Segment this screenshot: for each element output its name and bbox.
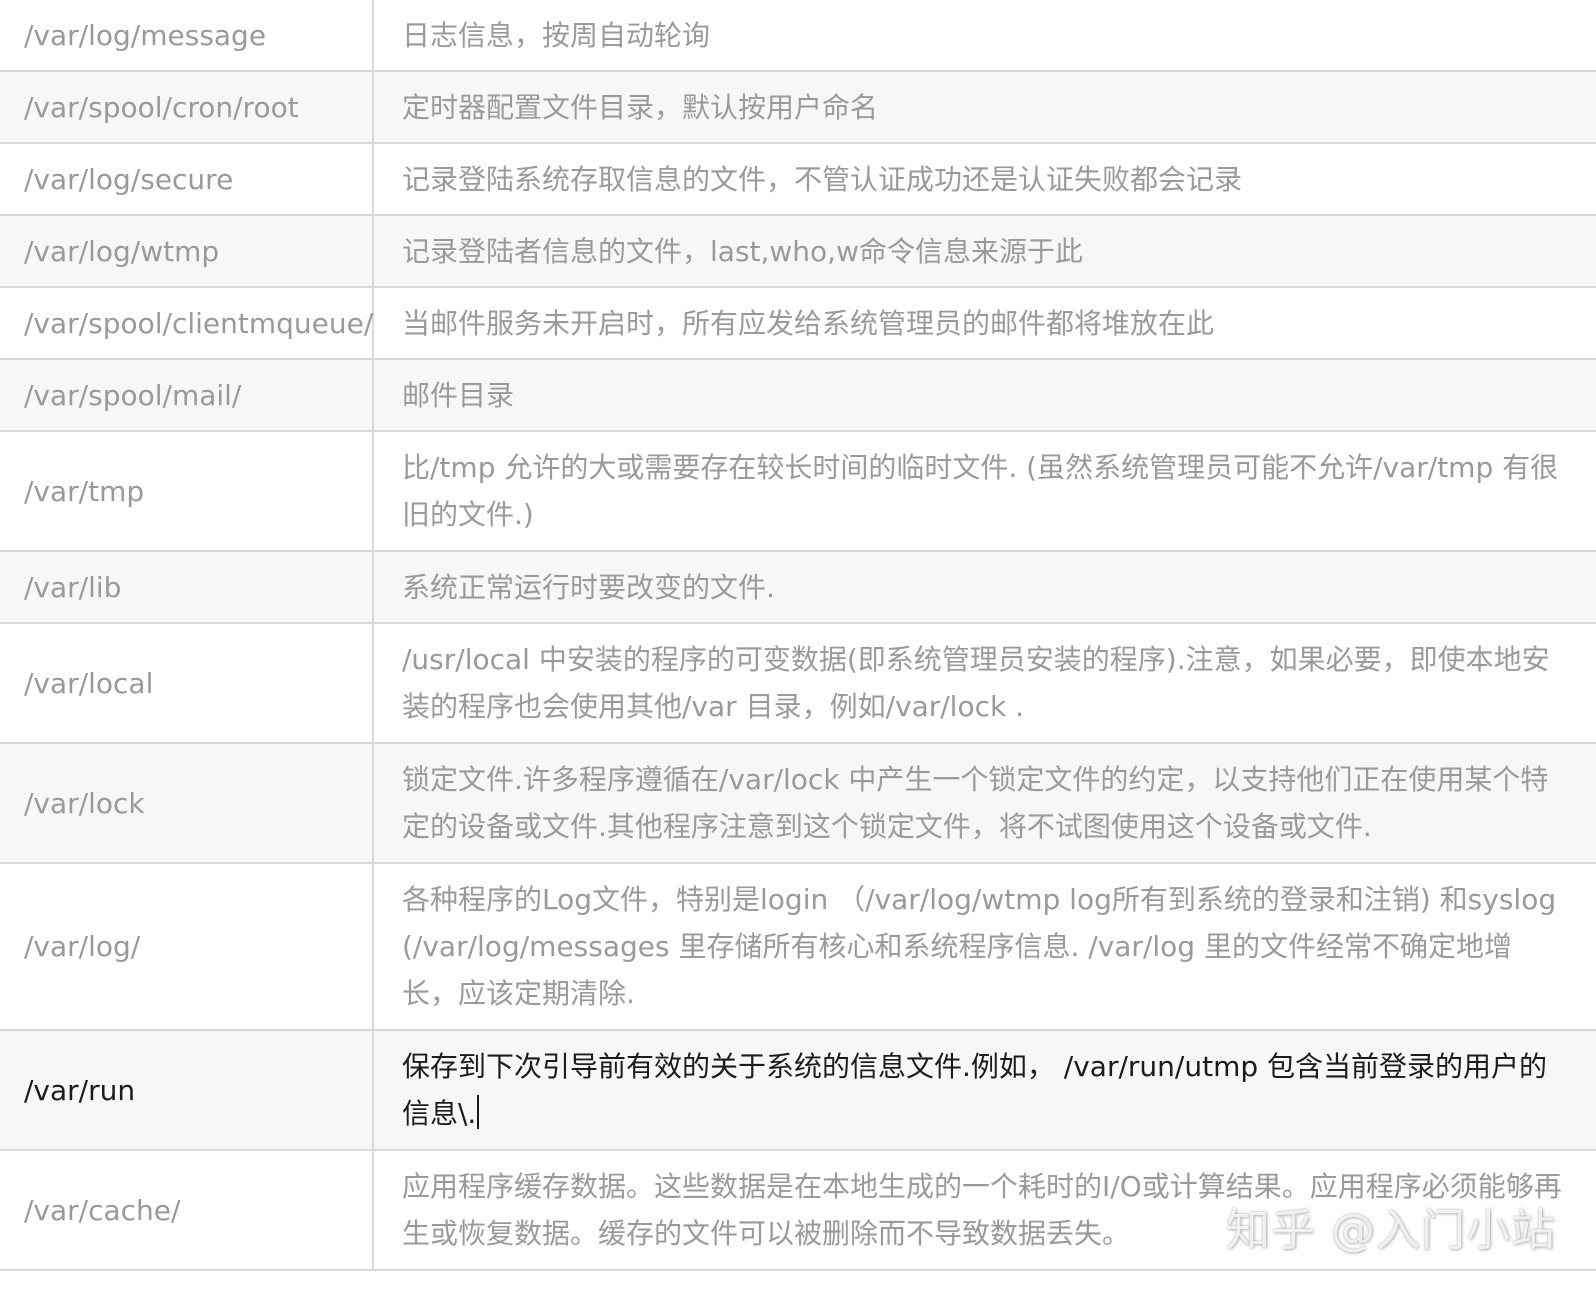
table-row: /var/tmp 比/tmp 允许的大或需要存在较长时间的临时文件. (虽然系统… <box>0 430 1596 552</box>
path-cell[interactable]: /var/lib <box>0 550 374 624</box>
description-cell[interactable]: 比/tmp 允许的大或需要存在较长时间的临时文件. (虽然系统管理员可能不允许/… <box>373 430 1596 552</box>
description-cell[interactable]: 应用程序缓存数据。这些数据是在本地生成的一个耗时的I/O或计算结果。应用程序必须… <box>373 1149 1596 1271</box>
text-cursor <box>477 1095 480 1129</box>
var-directory-table: /var/log/message 日志信息，按周自动轮询 /var/spool/… <box>0 0 1596 1271</box>
path-cell[interactable]: /var/log/message <box>0 0 374 72</box>
table-row: /var/cache/ 应用程序缓存数据。这些数据是在本地生成的一个耗时的I/O… <box>0 1149 1596 1271</box>
path-cell[interactable]: /var/local <box>0 622 374 744</box>
table-row: /var/spool/clientmqueue/ 当邮件服务未开启时，所有应发给… <box>0 286 1596 360</box>
path-cell[interactable]: /var/run <box>0 1029 374 1151</box>
path-cell[interactable]: /var/log/ <box>0 862 374 1031</box>
description-cell[interactable]: 锁定文件.许多程序遵循在/var/lock 中产生一个锁定文件的约定，以支持他们… <box>373 742 1596 864</box>
table-row: /var/spool/mail/ 邮件目录 <box>0 358 1596 432</box>
path-cell[interactable]: /var/spool/mail/ <box>0 358 374 432</box>
path-cell[interactable]: /var/tmp <box>0 430 374 552</box>
table-row: /var/lib 系统正常运行时要改变的文件. <box>0 550 1596 624</box>
table-row: /var/lock 锁定文件.许多程序遵循在/var/lock 中产生一个锁定文… <box>0 742 1596 864</box>
description-cell[interactable]: 系统正常运行时要改变的文件. <box>373 550 1596 624</box>
table-row: /var/local /usr/local 中安装的程序的可变数据(即系统管理员… <box>0 622 1596 744</box>
path-cell[interactable]: /var/spool/cron/root <box>0 70 374 144</box>
description-cell[interactable]: 记录登陆系统存取信息的文件，不管认证成功还是认证失败都会记录 <box>373 142 1596 216</box>
table-row: /var/log/wtmp 记录登陆者信息的文件，last,who,w命令信息来… <box>0 214 1596 288</box>
table-row: /var/log/ 各种程序的Log文件，特别是login （/var/log/… <box>0 862 1596 1031</box>
description-cell[interactable]: /usr/local 中安装的程序的可变数据(即系统管理员安装的程序).注意，如… <box>373 622 1596 744</box>
description-cell[interactable]: 记录登陆者信息的文件，last,who,w命令信息来源于此 <box>373 214 1596 288</box>
path-cell[interactable]: /var/spool/clientmqueue/ <box>0 286 374 360</box>
description-text: 保存到下次引导前有效的关于系统的信息文件.例如， /var/run/utmp 包… <box>402 1050 1548 1130</box>
description-cell[interactable]: 当邮件服务未开启时，所有应发给系统管理员的邮件都将堆放在此 <box>373 286 1596 360</box>
path-cell[interactable]: /var/lock <box>0 742 374 864</box>
description-cell-editing[interactable]: 保存到下次引导前有效的关于系统的信息文件.例如， /var/run/utmp 包… <box>373 1029 1596 1151</box>
path-cell[interactable]: /var/log/secure <box>0 142 374 216</box>
path-cell[interactable]: /var/log/wtmp <box>0 214 374 288</box>
table-row: /var/log/message 日志信息，按周自动轮询 <box>0 0 1596 72</box>
path-cell[interactable]: /var/cache/ <box>0 1149 374 1271</box>
description-cell[interactable]: 日志信息，按周自动轮询 <box>373 0 1596 72</box>
description-cell[interactable]: 定时器配置文件目录，默认按用户命名 <box>373 70 1596 144</box>
description-cell[interactable]: 各种程序的Log文件，特别是login （/var/log/wtmp log所有… <box>373 862 1596 1031</box>
description-cell[interactable]: 邮件目录 <box>373 358 1596 432</box>
table-row: /var/spool/cron/root 定时器配置文件目录，默认按用户命名 <box>0 70 1596 144</box>
table-row: /var/log/secure 记录登陆系统存取信息的文件，不管认证成功还是认证… <box>0 142 1596 216</box>
table-row-editing: /var/run 保存到下次引导前有效的关于系统的信息文件.例如， /var/r… <box>0 1029 1596 1151</box>
